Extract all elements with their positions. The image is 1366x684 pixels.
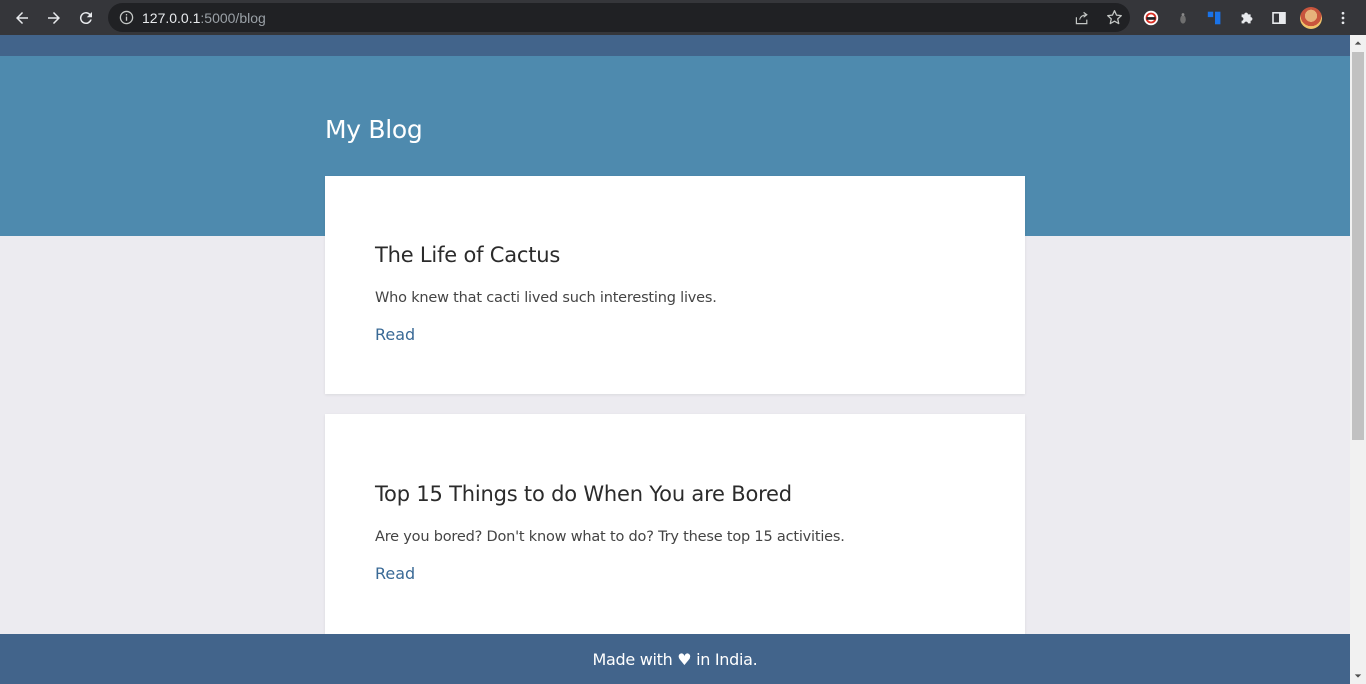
browser-toolbar: 127.0.0.1:5000/blog: [0, 0, 1366, 35]
post-excerpt: Who knew that cacti lived such interesti…: [375, 290, 717, 306]
footer-text: Made with ♥ in India.: [592, 649, 758, 669]
extension-icon[interactable]: [1172, 7, 1194, 29]
back-button[interactable]: [6, 2, 38, 34]
scroll-thumb[interactable]: [1352, 52, 1364, 440]
url-text[interactable]: 127.0.0.1:5000/blog: [142, 10, 266, 26]
read-link[interactable]: Read: [375, 564, 415, 583]
forward-button[interactable]: [38, 2, 70, 34]
reload-button[interactable]: [70, 2, 102, 34]
reload-icon: [79, 11, 92, 24]
url-path: :5000/blog: [200, 9, 266, 26]
extension-icon[interactable]: [1204, 7, 1226, 29]
url-host: 127.0.0.1: [142, 9, 201, 26]
page-viewport: My Blog The Life of Cactus Who knew that…: [0, 35, 1350, 684]
address-bar[interactable]: 127.0.0.1:5000/blog: [108, 3, 1130, 32]
vertical-scrollbar[interactable]: [1350, 35, 1366, 684]
post-card: Top 15 Things to do When You are Bored A…: [325, 414, 1025, 654]
avatar: [1300, 6, 1322, 29]
scroll-up-arrow-icon[interactable]: [1350, 35, 1366, 51]
star-icon[interactable]: [1104, 8, 1124, 28]
post-title: Top 15 Things to do When You are Bored: [375, 482, 792, 506]
back-arrow-icon: [16, 11, 28, 24]
extension-icon[interactable]: [1140, 7, 1162, 29]
puzzle-icon[interactable]: [1236, 7, 1258, 29]
profile-avatar[interactable]: [1300, 6, 1322, 29]
scroll-down-arrow-icon[interactable]: [1350, 668, 1366, 684]
side-panel-icon[interactable]: [1268, 7, 1290, 29]
top-strip: [0, 35, 1350, 56]
footer: Made with ♥ in India.: [0, 634, 1350, 684]
read-link[interactable]: Read: [375, 325, 415, 344]
info-icon[interactable]: [118, 10, 134, 26]
kebab-menu-icon[interactable]: [1332, 7, 1354, 29]
site-title[interactable]: My Blog: [325, 115, 423, 144]
forward-arrow-icon: [48, 11, 60, 24]
post-excerpt: Are you bored? Don't know what to do? Tr…: [375, 529, 845, 545]
post-title: The Life of Cactus: [375, 243, 561, 267]
share-icon[interactable]: [1072, 8, 1092, 28]
post-card: The Life of Cactus Who knew that cacti l…: [325, 176, 1025, 394]
